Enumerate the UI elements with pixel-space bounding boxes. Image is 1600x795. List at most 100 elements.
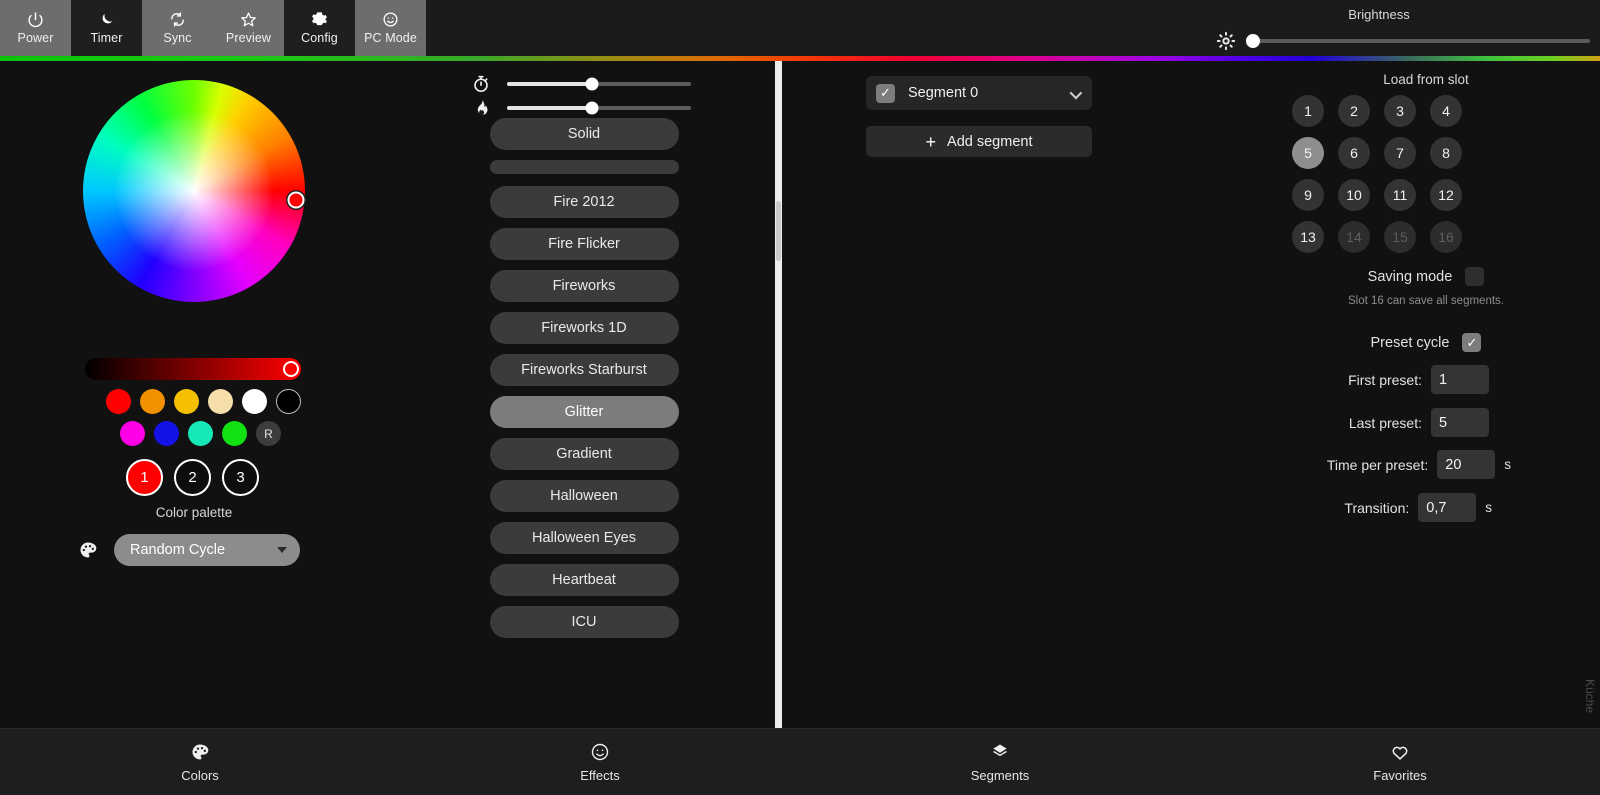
segments-panel: ✓ Segment 0 + Add segment bbox=[785, 61, 1250, 729]
quick-swatch-2[interactable] bbox=[140, 389, 165, 414]
toolbar-button-config[interactable]: Config bbox=[284, 0, 355, 56]
effect-button-halloween[interactable]: Halloween bbox=[489, 480, 679, 512]
nav-label-colors: Colors bbox=[181, 767, 219, 783]
value-bar-cursor[interactable] bbox=[283, 361, 299, 377]
effect-button-icu[interactable]: ICU bbox=[489, 606, 679, 638]
effects-scrollbar[interactable] bbox=[775, 61, 782, 729]
preset-slot-8[interactable]: 8 bbox=[1430, 137, 1462, 169]
transition-input[interactable] bbox=[1418, 493, 1477, 522]
palette-selector-row: Random Cycle bbox=[78, 534, 300, 566]
segment-selector[interactable]: ✓ Segment 0 bbox=[866, 76, 1092, 110]
effects-scrollbar-thumb[interactable] bbox=[776, 201, 781, 261]
add-segment-button[interactable]: + Add segment bbox=[866, 126, 1092, 157]
effect-speed-slider[interactable] bbox=[507, 77, 691, 91]
color-wheel-gradient[interactable] bbox=[83, 80, 305, 302]
palette-icon bbox=[190, 742, 210, 762]
preset-cycle-label: Preset cycle bbox=[1370, 334, 1450, 351]
effect-button-heartbeat[interactable]: Heartbeat bbox=[489, 564, 679, 596]
effect-button-solid[interactable]: Solid bbox=[489, 118, 679, 150]
effect-speed-knob[interactable] bbox=[585, 77, 599, 91]
toolbar-button-power[interactable]: Power bbox=[0, 0, 71, 56]
quick-swatch-1[interactable] bbox=[106, 389, 131, 414]
quick-swatch-4[interactable] bbox=[208, 389, 233, 414]
random-color-swatch[interactable]: R bbox=[256, 421, 281, 446]
effect-label: Fire Flicker bbox=[548, 236, 620, 252]
preset-slot-6[interactable]: 6 bbox=[1338, 137, 1370, 169]
toolbar-button-pc-mode[interactable]: PC Mode bbox=[355, 0, 426, 56]
preset-slot-1[interactable]: 1 bbox=[1292, 95, 1324, 127]
effect-button-unnamed-1[interactable] bbox=[489, 160, 679, 174]
effect-button-halloween-eyes[interactable]: Halloween Eyes bbox=[489, 522, 679, 554]
brightness-slider[interactable] bbox=[1245, 34, 1590, 48]
effect-button-gradient[interactable]: Gradient bbox=[489, 438, 679, 470]
quick-swatch-9[interactable] bbox=[188, 421, 213, 446]
preset-slot-3[interactable]: 3 bbox=[1384, 95, 1416, 127]
load-from-slot-title: Load from slot bbox=[1383, 72, 1469, 87]
color-wheel[interactable] bbox=[83, 80, 305, 302]
effect-label: Heartbeat bbox=[552, 572, 616, 588]
quick-color-swatches-row-1 bbox=[106, 389, 301, 414]
color-slot-1[interactable]: 1 bbox=[126, 459, 163, 496]
preset-slot-4[interactable]: 4 bbox=[1430, 95, 1462, 127]
preset-slot-grid: 1 2 3 4 5 6 7 8 9 10 11 12 13 14 15 16 bbox=[1285, 95, 1469, 253]
value-brightness-bar[interactable] bbox=[85, 358, 301, 380]
effect-list[interactable]: Solid Fire 2012 Fire Flicker Fireworks Firew… bbox=[389, 118, 779, 729]
quick-swatch-6[interactable] bbox=[276, 389, 301, 414]
color-slot-3[interactable]: 3 bbox=[222, 459, 259, 496]
brightness-label: Brightness bbox=[1348, 7, 1410, 22]
palette-select[interactable]: Random Cycle bbox=[114, 534, 300, 566]
segment-enabled-checkbox[interactable]: ✓ bbox=[876, 83, 895, 103]
first-preset-row: First preset: bbox=[1348, 365, 1489, 394]
saving-mode-checkbox[interactable] bbox=[1465, 267, 1485, 286]
brightness-slider-knob[interactable] bbox=[1245, 34, 1260, 48]
preset-slot-9[interactable]: 9 bbox=[1292, 179, 1324, 211]
brightness-icon bbox=[1216, 31, 1236, 51]
wled-app-window: Power Timer Sync Preview Config PC Mode … bbox=[0, 0, 1600, 795]
effect-button-fireworks-starburst[interactable]: Fireworks Starburst bbox=[489, 354, 679, 386]
preset-cycle-row: Preset cycle ✓ bbox=[1252, 333, 1600, 352]
preset-slot-10[interactable]: 10 bbox=[1338, 179, 1370, 211]
quick-swatch-8[interactable] bbox=[154, 421, 179, 446]
effect-button-fire-2012[interactable]: Fire 2012 bbox=[489, 186, 679, 218]
nav-item-colors[interactable]: Colors bbox=[0, 729, 400, 795]
nav-item-segments[interactable]: Segments bbox=[800, 729, 1200, 795]
quick-swatch-10[interactable] bbox=[222, 421, 247, 446]
first-preset-input[interactable] bbox=[1431, 365, 1489, 394]
quick-swatch-7[interactable] bbox=[120, 421, 145, 446]
nav-item-favorites[interactable]: Favorites bbox=[1200, 729, 1600, 795]
nav-item-effects[interactable]: Effects bbox=[400, 729, 800, 795]
preset-slot-2[interactable]: 2 bbox=[1338, 95, 1370, 127]
toolbar-button-preview[interactable]: Preview bbox=[213, 0, 284, 56]
effect-button-fireworks-1d[interactable]: Fireworks 1D bbox=[489, 312, 679, 344]
color-slot-row: 123 bbox=[126, 459, 259, 496]
color-wheel-cursor[interactable] bbox=[287, 191, 305, 209]
effect-button-fireworks[interactable]: Fireworks bbox=[489, 270, 679, 302]
preset-slot-12[interactable]: 12 bbox=[1430, 179, 1462, 211]
last-preset-label: Last preset: bbox=[1348, 414, 1422, 431]
effect-button-glitter[interactable]: Glitter bbox=[489, 396, 679, 428]
preset-slot-13[interactable]: 13 bbox=[1292, 221, 1324, 253]
quick-swatch-5[interactable] bbox=[242, 389, 267, 414]
preset-slot-11[interactable]: 11 bbox=[1384, 179, 1416, 211]
preset-slot-16: 16 bbox=[1430, 221, 1462, 253]
preset-slot-7[interactable]: 7 bbox=[1384, 137, 1416, 169]
last-preset-input[interactable] bbox=[1431, 408, 1489, 437]
last-preset-row: Last preset: bbox=[1349, 408, 1489, 437]
toolbar-label-timer: Timer bbox=[90, 31, 123, 45]
toolbar-button-timer[interactable]: Timer bbox=[71, 0, 142, 56]
preset-cycle-checkbox[interactable]: ✓ bbox=[1462, 333, 1482, 352]
time-per-preset-unit: s bbox=[1504, 457, 1511, 472]
toolbar-button-sync[interactable]: Sync bbox=[142, 0, 213, 56]
brightness-control: Brightness bbox=[1170, 0, 1600, 56]
effect-intensity-slider[interactable] bbox=[507, 101, 691, 115]
color-slot-2[interactable]: 2 bbox=[174, 459, 211, 496]
effect-button-fire-flicker[interactable]: Fire Flicker bbox=[489, 228, 679, 260]
segment-name-label: Segment 0 bbox=[908, 85, 979, 101]
time-per-preset-input[interactable] bbox=[1437, 450, 1496, 479]
preset-slot-5[interactable]: 5 bbox=[1292, 137, 1324, 169]
stopwatch-icon bbox=[471, 74, 491, 94]
effect-intensity-row bbox=[471, 98, 691, 118]
effect-intensity-knob[interactable] bbox=[585, 101, 599, 115]
quick-color-swatches-row-2: R bbox=[120, 421, 281, 446]
quick-swatch-3[interactable] bbox=[174, 389, 199, 414]
